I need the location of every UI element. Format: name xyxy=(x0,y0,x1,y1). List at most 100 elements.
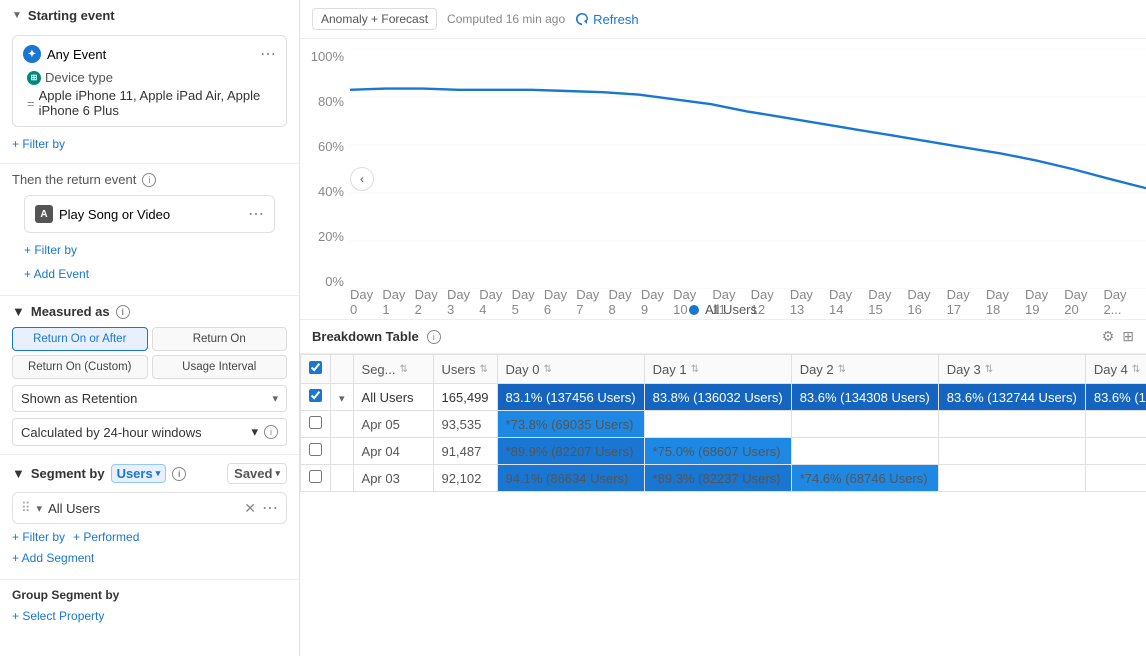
performed-tag[interactable]: + Performed xyxy=(73,530,139,544)
breakdown-settings-button[interactable]: ⚙ xyxy=(1102,328,1115,345)
y-axis-labels: 100% 80% 60% 40% 20% 0% xyxy=(300,49,350,289)
th-day2[interactable]: Day 2 ⇅ xyxy=(791,355,938,384)
th-checkbox xyxy=(301,355,331,384)
segment-row: ⠿ ▾ ✕ ⋯ xyxy=(12,492,287,524)
calculated-by-row[interactable]: Calculated by 24-hour windows ▾ i xyxy=(12,418,287,446)
segment-more-button[interactable]: ⋯ xyxy=(262,498,278,518)
return-add-filter-button[interactable]: + Filter by xyxy=(24,243,77,257)
row-checkbox[interactable] xyxy=(309,389,322,402)
header-checkbox[interactable] xyxy=(309,361,322,374)
measured-chevron[interactable]: ▼ xyxy=(12,304,25,319)
drag-handle[interactable]: ⠿ xyxy=(21,500,31,516)
shown-as-label: Shown as Retention xyxy=(21,391,137,406)
row-checkbox[interactable] xyxy=(309,470,322,483)
starting-event-chevron[interactable]: ▼ xyxy=(12,10,22,21)
x-day-20: Day 20 xyxy=(1064,287,1103,317)
x-day-17: Day 17 xyxy=(947,287,986,317)
row-day-0: *73.8% (69035 Users) xyxy=(497,411,644,438)
return-event-more[interactable]: ⋯ xyxy=(248,204,264,224)
x-day-5: Day 5 xyxy=(512,287,544,317)
chart-area: 100% 80% 60% 40% 20% 0% ‹ Day 0 xyxy=(300,39,1146,319)
segment-info-icon[interactable]: i xyxy=(172,467,186,481)
th-day4[interactable]: Day 4 ⇅ xyxy=(1085,355,1146,384)
chart-nav-left[interactable]: ‹ xyxy=(350,167,374,191)
add-event-button[interactable]: + Add Event xyxy=(24,267,89,281)
y-label-80: 80% xyxy=(306,94,344,109)
row-users: 92,102 xyxy=(433,465,497,492)
row-day-4 xyxy=(1085,411,1146,438)
segment-expand[interactable]: ▾ xyxy=(37,502,43,515)
add-filter-button[interactable]: + Filter by xyxy=(12,137,65,151)
row-checkbox-cell xyxy=(301,438,331,465)
breakdown-info-icon[interactable]: i xyxy=(427,330,441,344)
add-segment-button[interactable]: + Add Segment xyxy=(12,551,94,565)
starting-event-more[interactable]: ⋯ xyxy=(260,44,276,64)
row-seg: Apr 05 xyxy=(353,411,433,438)
saved-button[interactable]: Saved ▾ xyxy=(227,463,287,484)
row-checkbox-cell xyxy=(301,465,331,492)
filter-performed-row: + Filter by + Performed xyxy=(12,530,287,544)
filter-by-tag[interactable]: + Filter by xyxy=(12,530,65,544)
x-day-18: Day 18 xyxy=(986,287,1025,317)
computed-text: Computed 16 min ago xyxy=(447,12,565,26)
return-event-info-icon[interactable]: i xyxy=(142,173,156,187)
row-checkbox[interactable] xyxy=(309,443,322,456)
right-panel: Anomaly + Forecast Computed 16 min ago R… xyxy=(300,0,1146,656)
return-on-or-after-button[interactable]: Return On or After xyxy=(12,327,148,351)
row-expand-button[interactable]: ▾ xyxy=(339,393,345,405)
th-day0[interactable]: Day 0 ⇅ xyxy=(497,355,644,384)
saved-chevron: ▾ xyxy=(275,468,280,479)
row-day-3 xyxy=(938,411,1085,438)
day0-sort-icon: ⇅ xyxy=(544,364,552,375)
seg-sort-icon: ⇅ xyxy=(400,364,408,375)
add-property-button[interactable]: + Select Property xyxy=(12,609,104,623)
starting-event-title: ✦ Any Event xyxy=(23,45,106,63)
row-checkbox[interactable] xyxy=(309,416,322,429)
return-event-card: A Play Song or Video ⋯ xyxy=(24,195,275,233)
users-chevron: ▾ xyxy=(156,468,161,479)
row-expand-cell xyxy=(331,465,354,492)
breakdown-table: Seg... ⇅ Users ⇅ Day 0 ⇅ Day 1 ⇅ Day 2 ⇅ xyxy=(300,354,1146,492)
x-day-14: Day 14 xyxy=(829,287,868,317)
th-users[interactable]: Users ⇅ xyxy=(433,355,497,384)
calc-chevron: ▾ xyxy=(251,424,258,440)
th-seg[interactable]: Seg... ⇅ xyxy=(353,355,433,384)
row-expand-cell xyxy=(331,411,354,438)
refresh-button[interactable]: Refresh xyxy=(575,12,639,27)
x-day-9: Day 9 xyxy=(641,287,673,317)
calculated-by-label: Calculated by 24-hour windows xyxy=(21,425,202,440)
any-event-name: Any Event xyxy=(47,47,106,62)
x-day-6: Day 6 xyxy=(544,287,576,317)
x-day-3: Day 3 xyxy=(447,287,479,317)
any-event-icon: ✦ xyxy=(23,45,41,63)
row-seg: Apr 03 xyxy=(353,465,433,492)
segment-close-button[interactable]: ✕ xyxy=(244,500,256,517)
usage-interval-button[interactable]: Usage Interval xyxy=(152,355,288,379)
measured-as-header: ▼ Measured as i xyxy=(12,304,287,319)
return-on-custom-button[interactable]: Return On (Custom) xyxy=(12,355,148,379)
calc-info-icon[interactable]: i xyxy=(264,425,278,439)
x-day-8: Day 8 xyxy=(609,287,641,317)
day1-sort-icon: ⇅ xyxy=(691,364,699,375)
segment-name-input[interactable] xyxy=(48,501,238,516)
measured-as-info-icon[interactable]: i xyxy=(116,305,130,319)
row-day-1 xyxy=(644,411,791,438)
return-event-text: Then the return event xyxy=(12,172,136,187)
day3-sort-icon: ⇅ xyxy=(985,364,993,375)
breakdown-export-button[interactable]: ⊞ xyxy=(1122,328,1134,345)
th-day3[interactable]: Day 3 ⇅ xyxy=(938,355,1085,384)
chart-svg-wrapper xyxy=(350,49,1146,289)
day4-sort-icon: ⇅ xyxy=(1132,364,1140,375)
users-tag[interactable]: Users ▾ xyxy=(111,464,167,483)
row-day-3 xyxy=(938,438,1085,465)
shown-as-dropdown[interactable]: Shown as Retention ▾ xyxy=(12,385,287,412)
th-day1[interactable]: Day 1 ⇅ xyxy=(644,355,791,384)
starting-event-card-header: ✦ Any Event ⋯ xyxy=(23,44,276,64)
date-row: Apr 0392,10294.1% (86634 Users)*89.3% (8… xyxy=(301,465,1146,492)
return-event-label: Then the return event i xyxy=(12,172,287,187)
day2-sort-icon: ⇅ xyxy=(838,364,846,375)
return-on-button[interactable]: Return On xyxy=(152,327,288,351)
starting-event-label: Starting event xyxy=(28,8,115,23)
anomaly-forecast-button[interactable]: Anomaly + Forecast xyxy=(312,8,437,30)
segment-chevron[interactable]: ▼ xyxy=(12,466,25,481)
